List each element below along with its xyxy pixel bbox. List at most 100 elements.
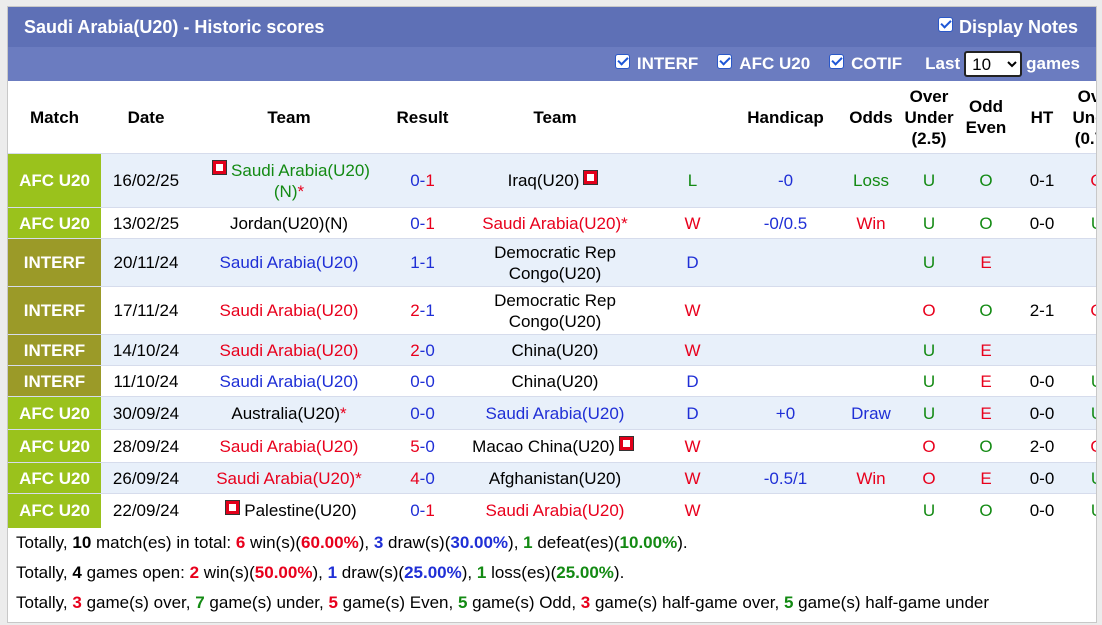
home-team[interactable]: Palestine(U20) [191,493,387,528]
away-team-name: Iraq(U20) [507,171,580,190]
over-under: O [904,286,954,335]
odds-result: Loss [838,153,904,208]
odds-result [838,238,904,287]
home-team[interactable]: Saudi Arabia(U20) [191,286,387,335]
half-time: 2-0 [1018,429,1066,463]
scores-table: Match Date Team Result Team Handicap Odd… [8,81,1096,528]
league-badge: AFC U20 [8,429,101,463]
match-date: 16/02/25 [101,153,191,208]
league-badge: INTERF [8,334,101,366]
over-under: U [904,493,954,528]
over-under: O [904,462,954,494]
filter-bar: INTERF AFC U20 COTIF Last 10 games [8,47,1096,81]
panel-title: Saudi Arabia(U20) - Historic scores [24,16,325,37]
col-match: Match [29,107,80,127]
home-team[interactable]: Saudi Arabia(U20) [191,238,387,287]
interf-checkbox[interactable] [614,53,630,69]
score-home: 5 [410,436,420,456]
away-team[interactable]: Macao China(U20) [458,429,652,463]
away-team[interactable]: China(U20) [458,334,652,366]
over-under: U [904,153,954,208]
home-team-name: Palestine(U20) [244,501,357,521]
filter-interf[interactable]: INTERF [614,53,698,74]
away-team[interactable]: Afghanistan(U20) [458,462,652,494]
historic-scores-panel: Saudi Arabia(U20) - Historic scores Disp… [7,6,1097,623]
match-date: 17/11/24 [101,286,191,335]
filter-cotif[interactable]: COTIF [829,53,902,74]
away-team-name: Macao China(U20) [472,436,615,456]
display-notes-checkbox[interactable] [937,16,953,32]
half-time: 0-0 [1018,462,1066,494]
handicap [733,238,838,287]
over-under-075: O [1066,429,1096,463]
over-under: U [904,238,954,287]
score-home: 0 [410,501,420,521]
win-loss: W [652,462,733,494]
home-team[interactable]: Saudi Arabia(U20) [191,429,387,463]
odd-even: E [954,238,1018,287]
half-time: 2-1 [1018,286,1066,335]
score-away: 0 [425,371,435,391]
home-team-name: Saudi Arabia(U20) [219,436,359,456]
away-team[interactable]: China(U20) [458,365,652,397]
away-team-name: Saudi Arabia(U20) [485,403,625,423]
score-away: 1 [425,501,435,521]
handicap [733,365,838,397]
away-team-name: Saudi Arabia(U20) [485,501,625,521]
away-team[interactable]: Democratic Rep Congo(U20) [458,238,652,287]
over-under: U [904,365,954,397]
score-away: 1 [425,301,435,320]
win-loss: D [652,365,733,397]
cotif-checkbox[interactable] [829,53,845,69]
away-team[interactable]: Democratic Rep Congo(U20) [458,286,652,335]
away-team[interactable]: Saudi Arabia(U20) [458,493,652,528]
red-card-icon [225,500,241,516]
table-row: AFC U20 16/02/25 Saudi Arabia(U20) (N)* 0-1 I… [8,153,1096,208]
away-team[interactable]: Saudi Arabia(U20) [458,396,652,430]
win-loss: W [652,334,733,366]
last-label: Last [925,54,961,73]
home-star: * [297,181,305,201]
home-team[interactable]: Saudi Arabia(U20)* [191,462,387,494]
table-row: INTERF 14/10/24 Saudi Arabia(U20) 2-0 China(… [8,334,1096,366]
away-team[interactable]: Iraq(U20) [458,153,652,208]
score-away: 1 [425,171,435,190]
odds-result [838,493,904,528]
col-result: Result [396,107,449,127]
score-home: 0 [410,403,420,423]
last-games-select[interactable]: 10 [964,51,1023,77]
away-team[interactable]: Saudi Arabia(U20)* [458,207,652,239]
half-time: 0-0 [1018,365,1066,397]
home-team-name: Saudi Arabia(U20) [231,160,370,180]
odds-result [838,365,904,397]
odd-even: O [954,429,1018,463]
odd-even: E [954,365,1018,397]
afc-checkbox[interactable] [717,53,733,69]
match-date: 28/09/24 [101,429,191,463]
odd-even: E [954,462,1018,494]
odd-even: O [954,153,1018,208]
over-under: O [904,429,954,463]
home-team[interactable]: Saudi Arabia(U20) (N)* [191,153,387,208]
match-result: 0-1 [387,207,458,239]
table-row: INTERF 20/11/24 Saudi Arabia(U20) 1-1 Democr… [8,238,1096,287]
filter-afc[interactable]: AFC U20 [717,53,810,74]
home-team[interactable]: Saudi Arabia(U20) [191,334,387,366]
home-team[interactable]: Australia(U20)* [191,396,387,430]
over-under: U [904,334,954,366]
over-under-075: O [1066,153,1096,208]
summary-line-2: Totally, 4 games open: 2 win(s)(50.00%),… [16,562,625,582]
odds-result: Win [838,207,904,239]
col-team-away: Team [533,107,577,127]
home-team[interactable]: Jordan(U20)(N) [191,207,387,239]
score-away: 0 [425,468,435,488]
summary: Totally, 10 match(es) in total: 6 win(s)… [8,528,1096,618]
home-team[interactable]: Saudi Arabia(U20) [191,365,387,397]
over-under-075: U [1066,462,1096,494]
summary-line-1: Totally, 10 match(es) in total: 6 win(s)… [16,532,688,552]
match-result: 2-1 [387,286,458,335]
display-notes-toggle[interactable]: Display Notes [937,16,1078,38]
away-team-name: China(U20) [511,340,599,360]
handicap [733,286,838,335]
odds-result: Win [838,462,904,494]
